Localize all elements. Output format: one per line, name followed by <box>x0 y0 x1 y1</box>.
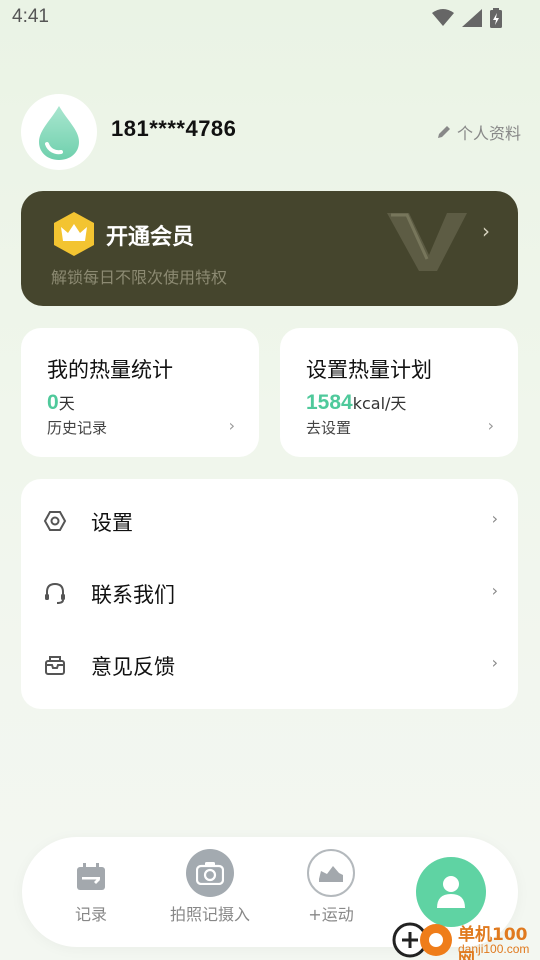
watermark-logo-icon <box>392 922 452 958</box>
days-count: 0 <box>47 391 59 414</box>
battery-icon <box>490 8 502 28</box>
water-drop-logo-icon <box>39 106 79 160</box>
chevron-right-icon: › <box>491 581 498 600</box>
menu-label-settings: 设置 <box>91 511 133 535</box>
menu-item-settings[interactable]: 设置 › <box>21 485 518 557</box>
sneaker-icon <box>319 866 343 882</box>
crown-badge-icon <box>54 212 94 256</box>
calorie-stats-title: 我的热量统计 <box>47 358 173 382</box>
camera-button <box>186 849 234 897</box>
pencil-icon <box>437 126 450 138</box>
tab-record-label: 记录 <box>74 905 107 924</box>
v-emblem-icon <box>387 213 467 271</box>
avatar[interactable] <box>21 94 97 170</box>
chevron-right-icon: › <box>228 416 235 435</box>
calorie-plan-card[interactable]: 设置热量计划 1584kcal/天 去设置 › <box>280 328 518 457</box>
kcal-unit: kcal/天 <box>352 394 407 413</box>
tab-record[interactable]: 记录 <box>68 863 114 925</box>
person-icon <box>437 876 465 908</box>
feedback-box-icon <box>45 656 65 675</box>
history-label: 历史记录 <box>47 419 108 437</box>
tab-profile[interactable] <box>416 857 486 927</box>
headset-icon <box>45 582 65 604</box>
menu-item-feedback[interactable]: 意见反馈 › <box>21 629 518 701</box>
menu-label-feedback: 意见反馈 <box>91 655 175 679</box>
kcal-value: 1584 <box>306 391 353 414</box>
hexagon-settings-icon <box>43 511 67 531</box>
status-time: 4:41 <box>12 6 49 27</box>
vip-subtitle: 解锁每日不限次使用特权 <box>51 268 228 287</box>
camera-icon <box>196 862 224 885</box>
chevron-right-icon: › <box>487 416 494 435</box>
edit-profile-link[interactable]: 个人资料 <box>436 120 521 144</box>
calendar-record-icon <box>77 863 105 890</box>
days-unit: 天 <box>58 394 75 413</box>
exercise-button <box>307 849 355 897</box>
chevron-right-icon: › <box>482 219 490 243</box>
watermark: 单机100网 danji100.com <box>390 918 540 960</box>
menu-label-contact: 联系我们 <box>91 583 175 607</box>
watermark-url: danji100.com <box>458 942 530 956</box>
tab-exercise[interactable]: +运动 <box>300 849 362 925</box>
status-icons <box>432 8 502 28</box>
tab-exercise-label: +运动 <box>308 905 354 924</box>
calorie-plan-value: 1584kcal/天 <box>306 390 406 415</box>
menu-list: 设置 › 联系我们 › 意见反馈 › <box>21 479 518 709</box>
calorie-stats-value: 0天 <box>47 390 75 415</box>
tab-photo-intake-label: 拍照记摄入 <box>169 905 250 924</box>
status-bar: 4:41 <box>0 0 540 38</box>
wifi-icon <box>432 9 454 26</box>
tab-photo-intake[interactable]: 拍照记摄入 <box>162 849 258 925</box>
vip-title: 开通会员 <box>106 225 195 250</box>
menu-item-contact[interactable]: 联系我们 › <box>21 557 518 629</box>
chevron-right-icon: › <box>491 653 498 672</box>
user-phone: 181****4786 <box>111 116 237 141</box>
go-setup-label: 去设置 <box>306 419 352 437</box>
edit-profile-label: 个人资料 <box>456 124 521 143</box>
profile-header: 181****4786 个人资料 <box>21 94 521 170</box>
calorie-stats-card[interactable]: 我的热量统计 0天 历史记录 › <box>21 328 259 457</box>
calorie-plan-title: 设置热量计划 <box>306 358 432 382</box>
vip-banner[interactable]: 开通会员 解锁每日不限次使用特权 › <box>21 191 518 306</box>
chevron-right-icon: › <box>491 509 498 528</box>
signal-icon <box>462 9 482 27</box>
